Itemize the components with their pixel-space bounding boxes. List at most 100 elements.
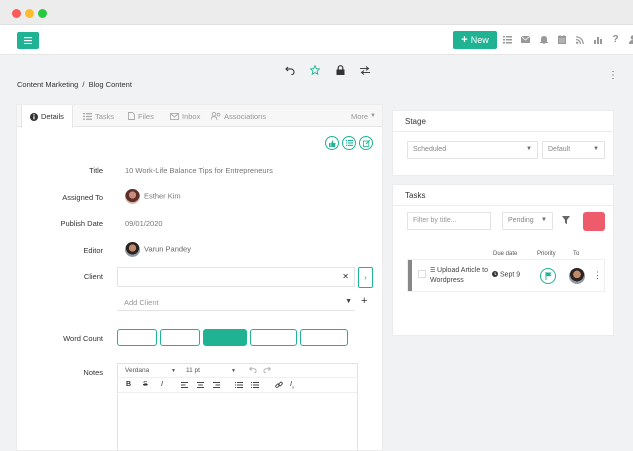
pipeline-select-value: Default: [548, 146, 571, 153]
publish-date-label: Publish Date: [60, 219, 103, 228]
notes-editor[interactable]: Verdana ▼ 11 pt ▼ B S I Ix: [117, 363, 358, 451]
editor-format-bar: Verdana ▼ 11 pt ▼: [118, 364, 357, 378]
client-input[interactable]: ✕: [117, 267, 355, 287]
bullet-list-icon[interactable]: [235, 381, 243, 390]
clear-format-icon[interactable]: Ix: [290, 381, 294, 389]
star-icon[interactable]: [309, 64, 321, 76]
caret-down-icon[interactable]: ▼: [171, 368, 176, 374]
user-icon[interactable]: [628, 33, 633, 46]
bell-icon[interactable]: [538, 33, 549, 46]
new-button-label: New: [470, 35, 489, 45]
task-due: Sept 9: [492, 271, 520, 279]
title-value[interactable]: 10 Work-Life Balance Tips for Entreprene…: [125, 166, 273, 175]
tab-details[interactable]: Details: [21, 105, 73, 128]
assigned-to-value[interactable]: Esther Kim: [125, 189, 181, 204]
pipeline-select[interactable]: Default ▼: [542, 141, 605, 159]
lock-icon[interactable]: [334, 64, 346, 76]
assigned-to-name: Esther Kim: [144, 191, 181, 201]
tab-inbox-label: Inbox: [182, 111, 201, 121]
tab-tasks[interactable]: Tasks: [83, 105, 114, 127]
filter-icon[interactable]: [562, 216, 570, 226]
priority-flag-icon[interactable]: [540, 268, 556, 284]
tab-bar: Details Tasks Files Inbox Associations M…: [17, 105, 382, 128]
more-options-icon[interactable]: ⋮: [608, 70, 618, 81]
help-icon[interactable]: ?: [610, 33, 621, 46]
client-open-button[interactable]: ›: [358, 267, 373, 288]
word-count-option[interactable]: [250, 329, 297, 346]
add-client-plus-icon[interactable]: +: [361, 295, 367, 307]
task-checkbox[interactable]: [418, 270, 426, 278]
align-right-icon[interactable]: [213, 382, 220, 390]
numbered-list-icon[interactable]: [251, 382, 259, 390]
word-count-option[interactable]: [117, 329, 157, 346]
chart-icon[interactable]: [592, 33, 603, 46]
tab-files[interactable]: Files: [128, 105, 154, 127]
tasks-icon: [83, 112, 92, 120]
caret-down-icon: ▼: [370, 113, 376, 119]
task-status-bar: [408, 260, 412, 291]
undo-icon[interactable]: [249, 366, 257, 375]
task-title[interactable]: ☰ Upload Article to Wordpress: [430, 266, 494, 285]
clear-icon[interactable]: ✕: [342, 272, 349, 281]
font-size-select[interactable]: 11 pt: [186, 367, 200, 374]
checklist-icon[interactable]: [342, 136, 356, 150]
tab-inbox[interactable]: Inbox: [170, 105, 200, 127]
link-icon[interactable]: [275, 381, 283, 391]
list-icon[interactable]: [502, 33, 513, 46]
assigned-to-label: Assigned To: [62, 193, 103, 202]
tab-associations-label: Associations: [224, 111, 267, 121]
caret-down-icon[interactable]: ▼: [231, 368, 236, 374]
file-icon: [128, 112, 135, 120]
divider: [393, 205, 613, 206]
new-button[interactable]: + New: [453, 31, 497, 49]
word-count-option[interactable]: [160, 329, 200, 346]
tab-associations[interactable]: Associations: [211, 105, 266, 127]
breadcrumb-current: Blog Content: [88, 80, 132, 89]
top-bar: + New ?: [0, 25, 633, 55]
title-label: Title: [89, 166, 103, 175]
strikethrough-icon[interactable]: S: [143, 381, 148, 388]
task-title-text: Upload Article to Wordpress: [430, 267, 489, 284]
editor-value[interactable]: Varun Pandey: [125, 242, 191, 257]
clock-icon: [492, 271, 500, 279]
tab-files-label: Files: [138, 111, 154, 121]
font-select[interactable]: Verdana: [125, 367, 149, 374]
notes-label: Notes: [83, 368, 103, 377]
avatar[interactable]: [569, 268, 585, 284]
minimize-window-dot[interactable]: [25, 9, 34, 18]
word-count-option[interactable]: [300, 329, 348, 346]
avatar: [125, 242, 140, 257]
calendar-icon[interactable]: [556, 33, 567, 46]
stage-select[interactable]: Scheduled ▼: [407, 141, 538, 159]
word-count-option-selected[interactable]: [203, 329, 247, 346]
stage-card: Stage Scheduled ▼ Default ▼: [392, 110, 614, 176]
col-to: To: [573, 251, 580, 257]
publish-date-value[interactable]: 09/01/2020: [125, 219, 163, 228]
breadcrumb-parent[interactable]: Content Marketing: [17, 80, 78, 89]
task-more-icon[interactable]: ⋮: [593, 270, 602, 281]
mail-icon[interactable]: [520, 33, 531, 46]
task-color-button[interactable]: [583, 212, 605, 231]
menu-button[interactable]: [17, 32, 39, 49]
align-left-icon[interactable]: [181, 382, 188, 390]
swap-icon[interactable]: [359, 64, 371, 76]
close-window-dot[interactable]: [12, 9, 21, 18]
task-status-select[interactable]: Pending ▼: [502, 212, 553, 230]
task-row[interactable]: ☰ Upload Article to Wordpress Sept 9 ⋮: [407, 259, 605, 292]
thumbs-up-icon[interactable]: [325, 136, 339, 150]
rss-icon[interactable]: [574, 33, 585, 46]
undo-icon[interactable]: [284, 64, 296, 76]
redo-icon[interactable]: [263, 366, 271, 375]
edit-icon[interactable]: [359, 136, 373, 150]
top-icons: ?: [502, 33, 633, 46]
tabs-more-dropdown[interactable]: More ▼: [351, 105, 376, 127]
align-center-icon[interactable]: [197, 382, 204, 390]
task-filter-input[interactable]: Filter by title...: [407, 212, 491, 230]
maximize-window-dot[interactable]: [38, 9, 47, 18]
associations-icon: [211, 112, 221, 120]
bold-icon[interactable]: B: [126, 381, 131, 388]
editor-style-bar: B S I Ix: [118, 378, 357, 393]
task-list-icon: ☰: [430, 268, 438, 274]
add-client-select[interactable]: Add Client ▼: [117, 295, 355, 311]
italic-icon[interactable]: I: [161, 381, 163, 388]
